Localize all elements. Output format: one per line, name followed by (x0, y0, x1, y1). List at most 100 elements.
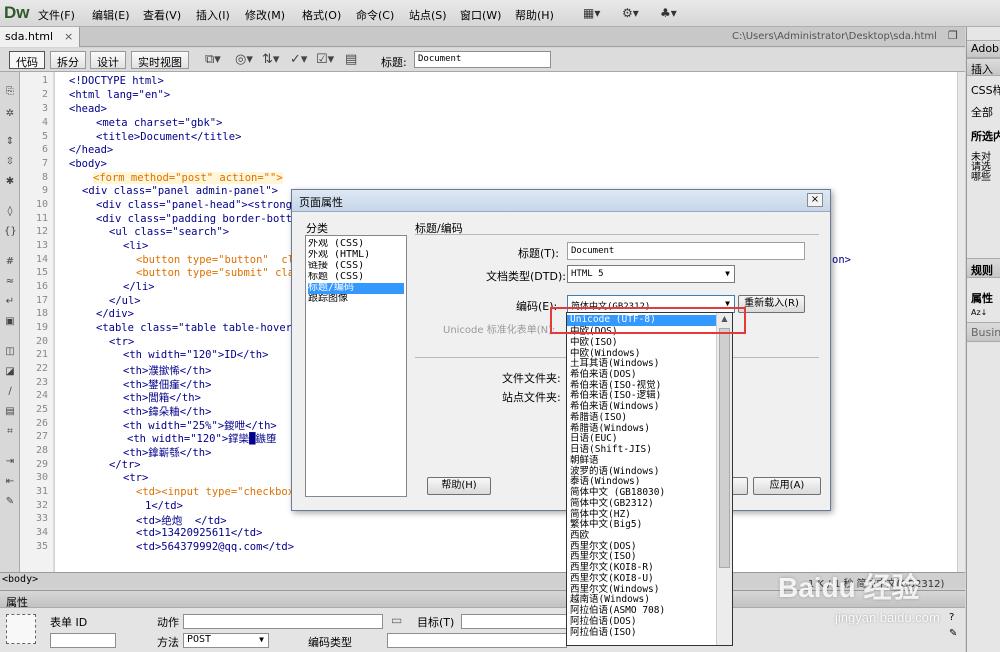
show-code-navigator-icon[interactable]: ✲ (4, 108, 16, 120)
design-view-button[interactable]: 设计 (90, 51, 126, 69)
encoding-option[interactable]: 希伯来语(DOS) (570, 370, 637, 380)
menu-window[interactable]: 窗口(W) (460, 7, 501, 23)
doctype-select[interactable]: HTML 5 ▼ (567, 265, 735, 283)
select-parent-tag-icon[interactable]: ◊ (4, 206, 16, 218)
title-field-input[interactable]: Document (567, 242, 805, 260)
multiscreen-icon[interactable]: ⧉▾ (205, 52, 221, 67)
attrs-toolbar-icon[interactable]: Az↓ (971, 308, 987, 317)
encoding-option[interactable]: 越南语(Windows) (570, 595, 650, 605)
preview-browser-icon[interactable]: ◎▾ (235, 52, 253, 67)
encoding-option[interactable]: 泰语(Windows) (570, 477, 640, 487)
action-input[interactable] (183, 614, 383, 629)
code-view-button[interactable]: 代码 (9, 51, 45, 69)
encoding-option[interactable]: 阿拉伯语(DOS) (570, 617, 637, 627)
site-icon[interactable]: ♣▾ (660, 6, 677, 20)
apply-comment-icon[interactable]: ◫ (4, 346, 16, 358)
encoding-option[interactable]: 希伯来语(Windows) (570, 402, 659, 412)
scrollbar-thumb[interactable] (719, 328, 730, 568)
outdent-code-icon[interactable]: ⇤ (4, 476, 16, 488)
restore-window-icon[interactable]: ❐ (948, 29, 958, 42)
recent-snippets-icon[interactable]: ▤ (4, 406, 16, 418)
category-item[interactable]: 跟踪图像 (308, 294, 404, 305)
menu-modify[interactable]: 修改(M) (245, 7, 285, 23)
expand-all-icon[interactable]: ✱ (4, 176, 16, 188)
split-view-button[interactable]: 拆分 (50, 51, 86, 69)
encoding-dropdown-list[interactable]: Unicode (UTF-8) 中欧(DOS) 中欧(ISO) 中欧(Windo… (566, 312, 733, 646)
encoding-option[interactable]: 日语(Shift-JIS) (570, 445, 652, 455)
visual-aids-icon[interactable]: ☑▾ (316, 52, 334, 67)
syntax-coloring-icon[interactable]: ▣ (4, 316, 16, 328)
menu-insert[interactable]: 插入(I) (196, 7, 230, 23)
reload-button[interactable]: 重新载入(R) (738, 295, 805, 313)
form-id-input[interactable] (50, 633, 116, 648)
apply-button[interactable]: 应用(A) (753, 477, 821, 495)
category-list[interactable]: 外观 (CSS) 外观 (HTML) 链接 (CSS) 标题 (CSS) 标题/… (305, 235, 407, 497)
highlight-invalid-icon[interactable]: ≈ (4, 276, 16, 288)
encoding-option[interactable]: 西欧 (570, 531, 589, 541)
category-item[interactable]: 外观 (HTML) (308, 250, 404, 261)
encoding-option[interactable]: 简体中文 (GB18030) (570, 488, 665, 498)
encoding-option[interactable]: 希腊语(ISO) (570, 413, 627, 423)
menu-site[interactable]: 站点(S) (409, 7, 447, 23)
live-view-button[interactable]: 实时视图 (131, 51, 189, 69)
help-icon[interactable]: ? (949, 612, 954, 623)
close-icon[interactable]: × (807, 193, 823, 207)
attributes-section[interactable]: 属性 (971, 290, 993, 306)
encoding-option[interactable]: 日语(EUC) (570, 434, 618, 444)
category-item[interactable]: 标题 (CSS) (308, 272, 404, 283)
collapse-selection-icon[interactable]: ⇳ (4, 156, 16, 168)
encoding-option[interactable]: 朝鲜语 (570, 456, 599, 466)
category-item[interactable]: 链接 (CSS) (308, 261, 404, 272)
encoding-option[interactable]: 中欧(ISO) (570, 338, 618, 348)
encoding-option[interactable]: 西里尔文(KOI8-U) (570, 574, 654, 584)
menu-help[interactable]: 帮助(H) (515, 7, 554, 23)
encoding-option[interactable]: 阿拉伯语(ASMO 708) (570, 606, 665, 616)
check-browser-icon[interactable]: ✓▾ (290, 52, 307, 67)
move-css-icon[interactable]: ⌗ (4, 426, 16, 438)
all-button[interactable]: 全部 (971, 104, 993, 120)
tag-selector[interactable]: <body> (2, 574, 38, 585)
file-management-icon[interactable]: ⇅▾ (262, 52, 279, 67)
encoding-option[interactable]: 西里尔文(ISO) (570, 552, 637, 562)
category-item-selected[interactable]: 标题/编码 (308, 283, 404, 294)
dropdown-scrollbar[interactable]: ▲ (716, 313, 732, 645)
encoding-option[interactable]: 繁体中文(Big5) (570, 520, 642, 530)
balance-braces-icon[interactable]: {} (4, 226, 17, 238)
collapse-tag-icon[interactable]: ⇕ (4, 136, 16, 148)
css-styles-tab[interactable]: CSS样 (971, 82, 1000, 98)
category-item[interactable]: 外观 (CSS) (308, 239, 404, 250)
dialog-titlebar[interactable]: 页面属性 × (292, 190, 830, 212)
word-wrap-icon[interactable]: ↵ (4, 296, 16, 308)
encoding-option[interactable]: 西里尔文(KOI8-R) (570, 563, 654, 573)
menu-edit[interactable]: 编辑(E) (92, 7, 130, 23)
wrap-tag-icon[interactable]: ∕ (4, 386, 16, 398)
encoding-option[interactable]: 简体中文(GB2312) (570, 499, 654, 509)
business-catalyst-tab[interactable]: Busin (971, 326, 1000, 339)
menu-view[interactable]: 查看(V) (143, 7, 181, 23)
encoding-option[interactable]: 希伯来语(ISO-逻辑) (570, 391, 661, 401)
indent-code-icon[interactable]: ⇥ (4, 456, 16, 468)
help-button[interactable]: 帮助(H) (427, 477, 491, 495)
menu-file[interactable]: 文件(F) (38, 7, 75, 23)
adobe-browserlab-tab[interactable]: Adob (971, 42, 999, 55)
method-select[interactable]: POST ▼ (183, 633, 269, 648)
encoding-option[interactable]: 土耳其语(Windows) (570, 359, 659, 369)
document-title-input[interactable]: Document (414, 51, 551, 68)
line-numbers-icon[interactable]: # (4, 256, 16, 268)
enctype-select[interactable] (387, 633, 567, 648)
target-select[interactable] (461, 614, 567, 629)
close-icon[interactable]: × (64, 30, 73, 43)
format-source-icon[interactable]: ✎ (4, 496, 16, 508)
remove-comment-icon[interactable]: ◪ (4, 366, 16, 378)
menu-format[interactable]: 格式(O) (302, 7, 341, 23)
gear-icon[interactable]: ⚙▾ (622, 6, 639, 20)
refresh-icon[interactable]: ▤ (345, 52, 357, 67)
menu-command[interactable]: 命令(C) (356, 7, 394, 23)
insert-tab[interactable]: 插入 (971, 61, 993, 77)
folder-icon[interactable]: ▭ (391, 613, 402, 627)
edit-icon[interactable]: ✎ (949, 628, 957, 639)
rules-section[interactable]: 规则 (971, 262, 993, 278)
open-documents-icon[interactable]: ⎘ (4, 86, 16, 98)
code-vertical-scrollbar[interactable] (957, 72, 965, 572)
encoding-option[interactable]: 阿拉伯语(ISO) (570, 628, 637, 638)
